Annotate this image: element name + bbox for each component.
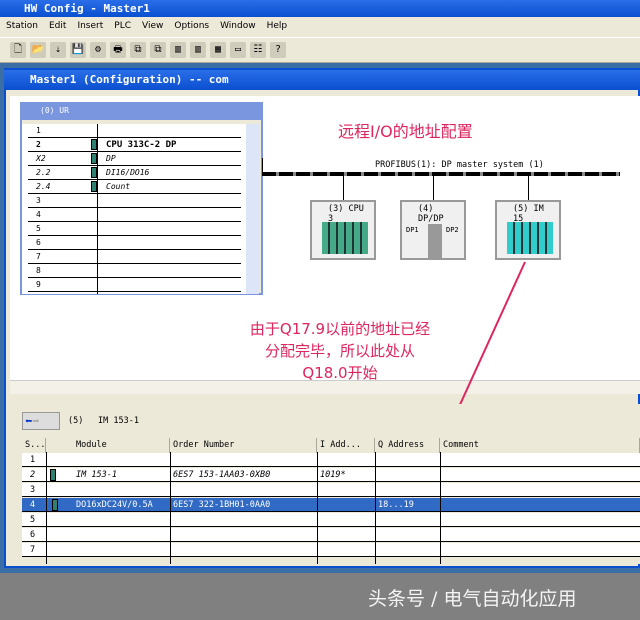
column-divider (170, 452, 171, 564)
cell-slot: 1 (30, 455, 36, 465)
station-name: IM 153-1 (98, 416, 139, 426)
cell-slot: 4 (30, 500, 36, 510)
back-forward-buttons[interactable]: ⬅➡ (22, 412, 60, 430)
station-number: (5) (68, 416, 84, 426)
module-icon (52, 499, 58, 511)
cell-module: DO16xDC24V/0.5A (76, 500, 153, 510)
watermark: 头条号 / 电气自动化应用 (368, 588, 577, 610)
cell-order: 6ES7 322-1BH01-0AA0 (173, 500, 271, 510)
cell-slot: 6 (30, 530, 36, 540)
cell-slot: 7 (30, 545, 36, 555)
module-icon (50, 469, 56, 481)
cell-slot: 5 (30, 515, 36, 525)
table-row[interactable]: 4 DO16xDC24V/0.5A 6ES7 322-1BH01-0AA0 18...… (22, 498, 640, 512)
forward-arrow-icon[interactable]: ➡ (32, 414, 39, 428)
column-divider (317, 452, 318, 564)
column-header[interactable]: Q Address (375, 438, 440, 453)
cell-slot: 2 (30, 470, 36, 480)
table-row[interactable]: 3 (22, 483, 640, 497)
cell-qadd: 18...19 (378, 500, 414, 510)
column-header[interactable]: Order Number (170, 438, 317, 453)
column-header[interactable]: I Add... (317, 438, 375, 453)
column-divider (375, 452, 376, 564)
table-row[interactable]: 6 (22, 528, 640, 542)
column-divider (440, 452, 441, 564)
cell-iadd: 1019* (320, 470, 346, 480)
column-header[interactable]: Comment (440, 438, 640, 453)
cell-order: 6ES7 153-1AA03-0XB0 (173, 470, 271, 480)
table-row[interactable]: 7 (22, 543, 640, 557)
table-row[interactable]: 2 IM 153-1 6ES7 153-1AA03-0XB0 1019* (22, 468, 640, 482)
column-divider (46, 452, 47, 564)
column-header[interactable]: Module (46, 438, 170, 453)
cell-module: IM 153-1 (76, 470, 117, 480)
cell-slot: 3 (30, 485, 36, 495)
table-row[interactable]: 1 (22, 453, 640, 467)
column-header[interactable]: S... (22, 438, 46, 453)
table-row[interactable]: 5 (22, 513, 640, 527)
